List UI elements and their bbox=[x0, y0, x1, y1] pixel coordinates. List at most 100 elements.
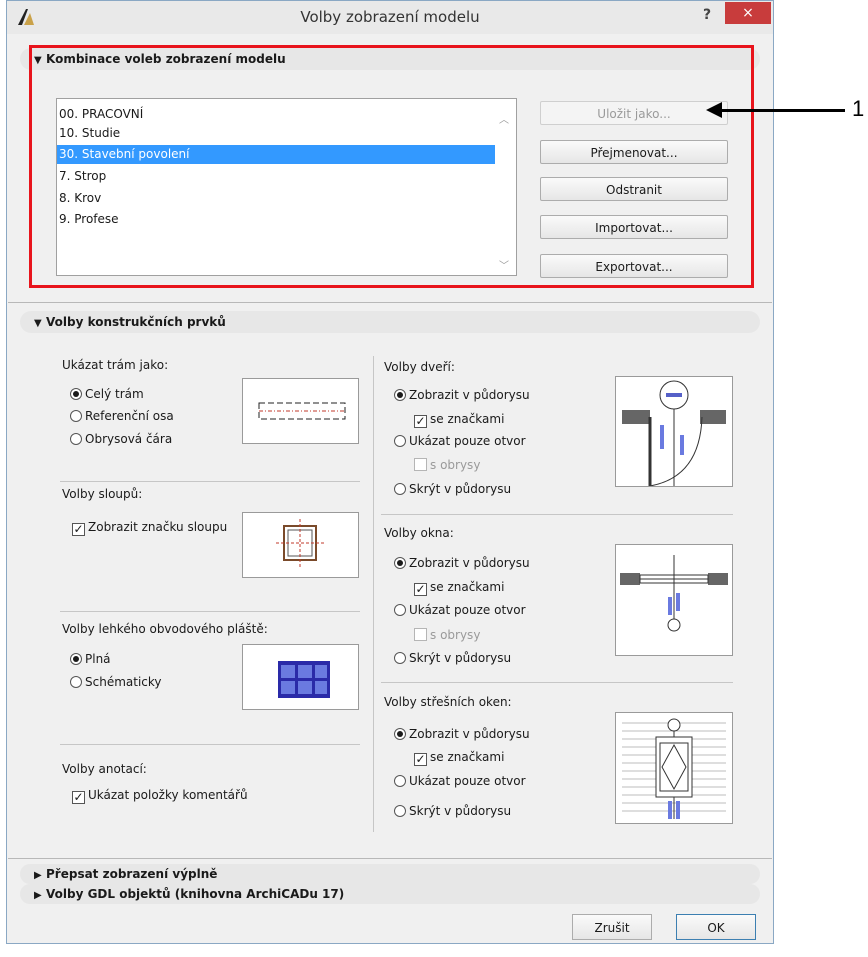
window-title: Volby zobrazení modelu bbox=[300, 8, 480, 26]
column-preview bbox=[242, 512, 359, 578]
curtain-wall-preview-graphic bbox=[278, 661, 330, 698]
radio-icon bbox=[70, 433, 82, 445]
section-header-gdl[interactable]: ▶ Volby GDL objektů (knihovna ArchiCADu 1… bbox=[20, 884, 760, 904]
window-plan-graphic bbox=[620, 555, 728, 632]
checkmark-icon: ✓ bbox=[414, 752, 427, 766]
checkmark-icon: ✓ bbox=[414, 582, 427, 596]
roof-windows-markers-checkbox[interactable]: ✓ se značkami bbox=[414, 748, 504, 766]
section-header-fill-override[interactable]: ▶ Přepsat zobrazení výplně bbox=[20, 864, 760, 884]
title-bar: Volby zobrazení modelu ? × bbox=[7, 1, 773, 34]
section-title: Volby GDL objektů (knihovna ArchiCADu 17… bbox=[46, 887, 345, 901]
checkbox-label: s obrysy bbox=[430, 458, 481, 472]
annotation-arrow-head-icon bbox=[706, 102, 722, 118]
triangle-down-icon: ▼ bbox=[34, 318, 42, 329]
roof-windows-hide-radio[interactable]: Skrýt v půdorysu bbox=[394, 802, 511, 820]
column-divider bbox=[373, 356, 374, 832]
roof-windows-show-radio[interactable]: Zobrazit v půdorysu bbox=[394, 725, 530, 743]
doors-markers-checkbox[interactable]: ✓ se značkami bbox=[414, 410, 504, 428]
divider bbox=[8, 302, 772, 303]
divider bbox=[381, 682, 733, 683]
column-group-label: Volby sloupů: bbox=[62, 487, 143, 501]
checkmark-icon: ✓ bbox=[414, 414, 427, 428]
windows-outline-checkbox[interactable]: s obrysy bbox=[414, 626, 480, 644]
radio-icon bbox=[394, 775, 406, 787]
column-marker-checkbox[interactable]: ✓ Zobrazit značku sloupu bbox=[72, 518, 227, 536]
curtain-wall-group-label: Volby lehkého obvodového pláště: bbox=[62, 622, 268, 636]
section-header-construction[interactable]: ▼ Volby konstrukčních prvků bbox=[20, 311, 760, 333]
annotation-number: 1 bbox=[852, 96, 865, 121]
checkbox-label: se značkami bbox=[430, 750, 505, 764]
radio-selected-icon bbox=[70, 388, 82, 400]
beam-preview-graphic bbox=[258, 402, 346, 420]
beam-preview bbox=[242, 378, 359, 444]
doors-show-radio[interactable]: Zobrazit v půdorysu bbox=[394, 386, 530, 404]
doors-outline-checkbox[interactable]: s obrysy bbox=[414, 456, 480, 474]
divider bbox=[60, 744, 360, 745]
radio-label: Ukázat pouze otvor bbox=[409, 774, 526, 788]
radio-icon bbox=[70, 676, 82, 688]
radio-label: Ukázat pouze otvor bbox=[409, 603, 526, 617]
radio-icon bbox=[394, 604, 406, 616]
checkbox-icon bbox=[414, 458, 427, 471]
radio-label: Skrýt v půdorysu bbox=[409, 804, 512, 818]
windows-group-label: Volby okna: bbox=[384, 526, 454, 540]
door-plan-graphic bbox=[622, 380, 726, 487]
doors-group-label: Volby dveří: bbox=[384, 360, 455, 374]
section-title: Volby konstrukčních prvků bbox=[46, 315, 226, 329]
beam-option-outline[interactable]: Obrysová čára bbox=[70, 430, 172, 448]
checkbox-label: Zobrazit značku sloupu bbox=[88, 520, 228, 534]
column-preview-graphic bbox=[276, 519, 326, 569]
divider bbox=[8, 858, 772, 859]
doors-hide-radio[interactable]: Skrýt v půdorysu bbox=[394, 480, 511, 498]
radio-label: Referenční osa bbox=[85, 409, 174, 423]
beam-option-full[interactable]: Celý trám bbox=[70, 385, 144, 403]
radio-selected-icon bbox=[394, 557, 406, 569]
radio-label: Zobrazit v půdorysu bbox=[409, 556, 530, 570]
radio-icon bbox=[70, 410, 82, 422]
checkbox-label: s obrysy bbox=[430, 628, 481, 642]
ok-button[interactable]: OK bbox=[676, 914, 756, 940]
windows-show-radio[interactable]: Zobrazit v půdorysu bbox=[394, 554, 530, 572]
radio-label: Plná bbox=[85, 652, 111, 666]
windows-markers-checkbox[interactable]: ✓ se značkami bbox=[414, 578, 504, 596]
radio-label: Skrýt v půdorysu bbox=[409, 482, 512, 496]
roof-windows-opening-radio[interactable]: Ukázat pouze otvor bbox=[394, 772, 526, 790]
doors-opening-radio[interactable]: Ukázat pouze otvor bbox=[394, 432, 526, 450]
radio-icon bbox=[394, 435, 406, 447]
divider bbox=[381, 514, 733, 515]
roof-windows-preview bbox=[615, 712, 733, 824]
annotation-highlight-frame bbox=[29, 45, 754, 288]
beam-option-ref-axis[interactable]: Referenční osa bbox=[70, 407, 174, 425]
radio-selected-icon bbox=[70, 653, 82, 665]
curtain-wall-option-schematic[interactable]: Schématicky bbox=[70, 673, 162, 691]
checkbox-icon bbox=[414, 628, 427, 641]
close-button[interactable]: × bbox=[725, 2, 771, 24]
radio-label: Skrýt v půdorysu bbox=[409, 651, 512, 665]
help-button[interactable]: ? bbox=[703, 7, 711, 23]
curtain-wall-option-solid[interactable]: Plná bbox=[70, 650, 111, 668]
checkmark-icon: ✓ bbox=[72, 790, 85, 804]
checkmark-icon: ✓ bbox=[72, 522, 85, 536]
radio-label: Celý trám bbox=[85, 387, 144, 401]
windows-opening-radio[interactable]: Ukázat pouze otvor bbox=[394, 601, 526, 619]
triangle-right-icon: ▶ bbox=[34, 870, 42, 881]
roof-windows-group-label: Volby střešních oken: bbox=[384, 695, 512, 709]
divider bbox=[60, 611, 360, 612]
radio-icon bbox=[394, 652, 406, 664]
radio-label: Ukázat pouze otvor bbox=[409, 434, 526, 448]
radio-icon bbox=[394, 483, 406, 495]
radio-label: Obrysová čára bbox=[85, 432, 173, 446]
windows-hide-radio[interactable]: Skrýt v půdorysu bbox=[394, 649, 511, 667]
checkbox-label: se značkami bbox=[430, 580, 505, 594]
doors-preview bbox=[615, 376, 733, 487]
divider bbox=[60, 481, 360, 482]
section-title: Přepsat zobrazení výplně bbox=[46, 867, 218, 881]
radio-label: Zobrazit v půdorysu bbox=[409, 388, 530, 402]
radio-label: Schématicky bbox=[85, 675, 162, 689]
beam-group-label: Ukázat trám jako: bbox=[62, 358, 169, 372]
radio-label: Zobrazit v půdorysu bbox=[409, 727, 530, 741]
cancel-button[interactable]: Zrušit bbox=[572, 914, 652, 940]
annotation-arrow-line bbox=[717, 109, 845, 112]
annotations-checkbox[interactable]: ✓ Ukázat položky komentářů bbox=[72, 786, 248, 804]
triangle-right-icon: ▶ bbox=[34, 890, 42, 901]
